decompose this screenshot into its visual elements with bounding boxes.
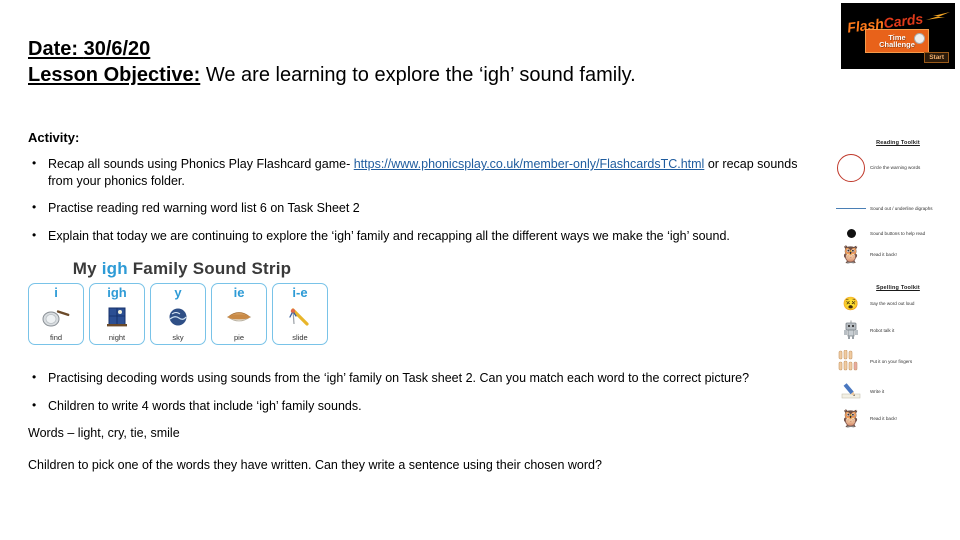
pie-icon bbox=[226, 300, 252, 333]
flashcards-thumbnail[interactable]: FlashCards Time Challenge Start bbox=[841, 3, 955, 69]
sound-card: igh night bbox=[89, 283, 145, 345]
activity-bullet-list: Recap all sounds using Phonics Play Flas… bbox=[28, 156, 818, 255]
bullet-text-pre: Practise reading red warning word list 6… bbox=[48, 201, 360, 215]
sound-card-word: sky bbox=[172, 332, 184, 342]
sound-card-word: pie bbox=[233, 332, 244, 342]
sound-card-word: night bbox=[108, 332, 126, 342]
reading-toolkit-title: Reading Toolkit bbox=[876, 140, 920, 146]
toolkit-item-label: Read it back! bbox=[870, 252, 897, 258]
night-window-icon bbox=[106, 300, 128, 333]
list-item: Practise reading red warning word list 6… bbox=[28, 200, 818, 217]
list-item: Children to write 4 words that include ‘… bbox=[28, 398, 818, 415]
sound-card-word: find bbox=[49, 332, 63, 342]
frying-pan-icon bbox=[41, 300, 71, 333]
pencil-icon bbox=[836, 382, 866, 400]
toolkit-item: Sound buttons to help read bbox=[836, 229, 960, 239]
sound-card-word: slide bbox=[292, 332, 308, 342]
bottom-bullet-text: Practising decoding words using sounds f… bbox=[48, 371, 750, 385]
sound-strip-image: My igh Family Sound Strip i find igh nig… bbox=[26, 258, 338, 358]
bullet-text-pre: Explain that today we are continuing to … bbox=[48, 228, 730, 243]
toolkit-item: Put it on your fingers bbox=[836, 350, 960, 372]
sound-strip-cards: i find igh night y sky ie pie i-e slide bbox=[26, 283, 338, 345]
date-label: Date: bbox=[28, 38, 79, 60]
clock-icon bbox=[914, 33, 925, 44]
phonicsplay-link[interactable]: https://www.phonicsplay.co.uk/member-onl… bbox=[354, 157, 705, 171]
sound-card-grapheme: igh bbox=[107, 285, 127, 300]
toolkit-item-label: Sound out / underline digraphs bbox=[870, 206, 933, 211]
sound-card-grapheme: ie bbox=[233, 285, 245, 300]
time-challenge-button[interactable]: Time Challenge bbox=[865, 29, 929, 53]
sound-card-grapheme: y bbox=[174, 285, 182, 300]
toolkit-item-label: Sound buttons to help read bbox=[870, 231, 926, 237]
toolkit-item: 🦉 Read it back! bbox=[836, 410, 960, 427]
sound-strip-title: My igh Family Sound Strip bbox=[26, 258, 338, 277]
slide-canvas: Date: 30/6/20 Lesson Objective: We are l… bbox=[0, 0, 960, 540]
start-button[interactable]: Start bbox=[924, 52, 949, 63]
list-item: Recap all sounds using Phonics Play Flas… bbox=[28, 156, 818, 189]
toolkit-image: Reading Toolkit Circle the warning words… bbox=[836, 140, 960, 498]
toolkit-item: 😵 Say the word out loud bbox=[836, 297, 960, 310]
activity-title: Activity: bbox=[28, 130, 80, 145]
sound-card-grapheme: i bbox=[54, 285, 58, 300]
toolkit-item: 🦉 Read it back! bbox=[836, 246, 960, 263]
fingers-icon bbox=[836, 350, 866, 372]
list-item: Practising decoding words using sounds f… bbox=[28, 370, 818, 387]
objective-label: Lesson Objective: bbox=[28, 64, 201, 86]
closing-line: Children to pick one of the words they h… bbox=[28, 457, 602, 472]
shouting-face-icon: 😵 bbox=[842, 296, 860, 312]
owl-reading-icon: 🦉 bbox=[840, 409, 862, 429]
bullet-text-pre: Recap all sounds using Phonics Play Flas… bbox=[48, 157, 351, 171]
robot-icon bbox=[836, 320, 866, 340]
slide-header: Date: 30/6/20 Lesson Objective: We are l… bbox=[28, 36, 858, 89]
toolkit-item: Circle the warning words bbox=[836, 154, 960, 182]
bottom-bullet-text: Children to write 4 words that include ‘… bbox=[48, 398, 362, 413]
sky-icon bbox=[167, 300, 189, 333]
sound-strip-title-post: Family Sound Strip bbox=[127, 259, 292, 278]
toolkit-item-label: Robot talk it bbox=[870, 327, 895, 333]
underline-icon bbox=[836, 207, 866, 210]
toolkit-item-label: Put it on your fingers bbox=[870, 358, 913, 364]
lightning-bolt-icon bbox=[926, 12, 950, 20]
toolkit-item: Write it bbox=[836, 382, 960, 400]
sound-strip-title-highlight: igh bbox=[101, 259, 128, 278]
sound-card: i-e slide bbox=[272, 283, 328, 345]
toolkit-item: Robot talk it bbox=[836, 320, 960, 340]
words-line: Words – light, cry, tie, smile bbox=[28, 426, 180, 440]
sound-button-dot-icon bbox=[836, 229, 866, 239]
time-challenge-line2: Challenge bbox=[879, 40, 915, 49]
toolkit-item-label: Say the word out loud bbox=[870, 301, 915, 307]
sound-strip-title-pre: My bbox=[72, 259, 102, 278]
sound-card-grapheme: i-e bbox=[292, 285, 308, 300]
bottom-text-block: Practising decoding words using sounds f… bbox=[28, 370, 818, 488]
toolkit-item-label: Read it back! bbox=[870, 416, 897, 422]
sound-card: y sky bbox=[150, 283, 206, 345]
toolkit-item-label: Write it bbox=[870, 388, 885, 394]
objective-line: Lesson Objective: We are learning to exp… bbox=[28, 62, 858, 89]
sound-card: ie pie bbox=[211, 283, 267, 345]
slide-icon bbox=[287, 300, 313, 333]
spelling-toolkit-title: Spelling Toolkit bbox=[876, 285, 920, 292]
date-line: Date: 30/6/20 bbox=[28, 36, 858, 63]
date-value: 30/6/20 bbox=[83, 38, 151, 60]
list-item: Explain that today we are continuing to … bbox=[28, 228, 818, 245]
sound-card: i find bbox=[28, 283, 84, 345]
objective-text: We are learning to explore the ‘igh’ sou… bbox=[205, 64, 636, 86]
red-circle-icon bbox=[836, 154, 866, 182]
owl-reading-icon: 🦉 bbox=[840, 245, 862, 265]
toolkit-item-label: Circle the warning words bbox=[870, 165, 921, 171]
